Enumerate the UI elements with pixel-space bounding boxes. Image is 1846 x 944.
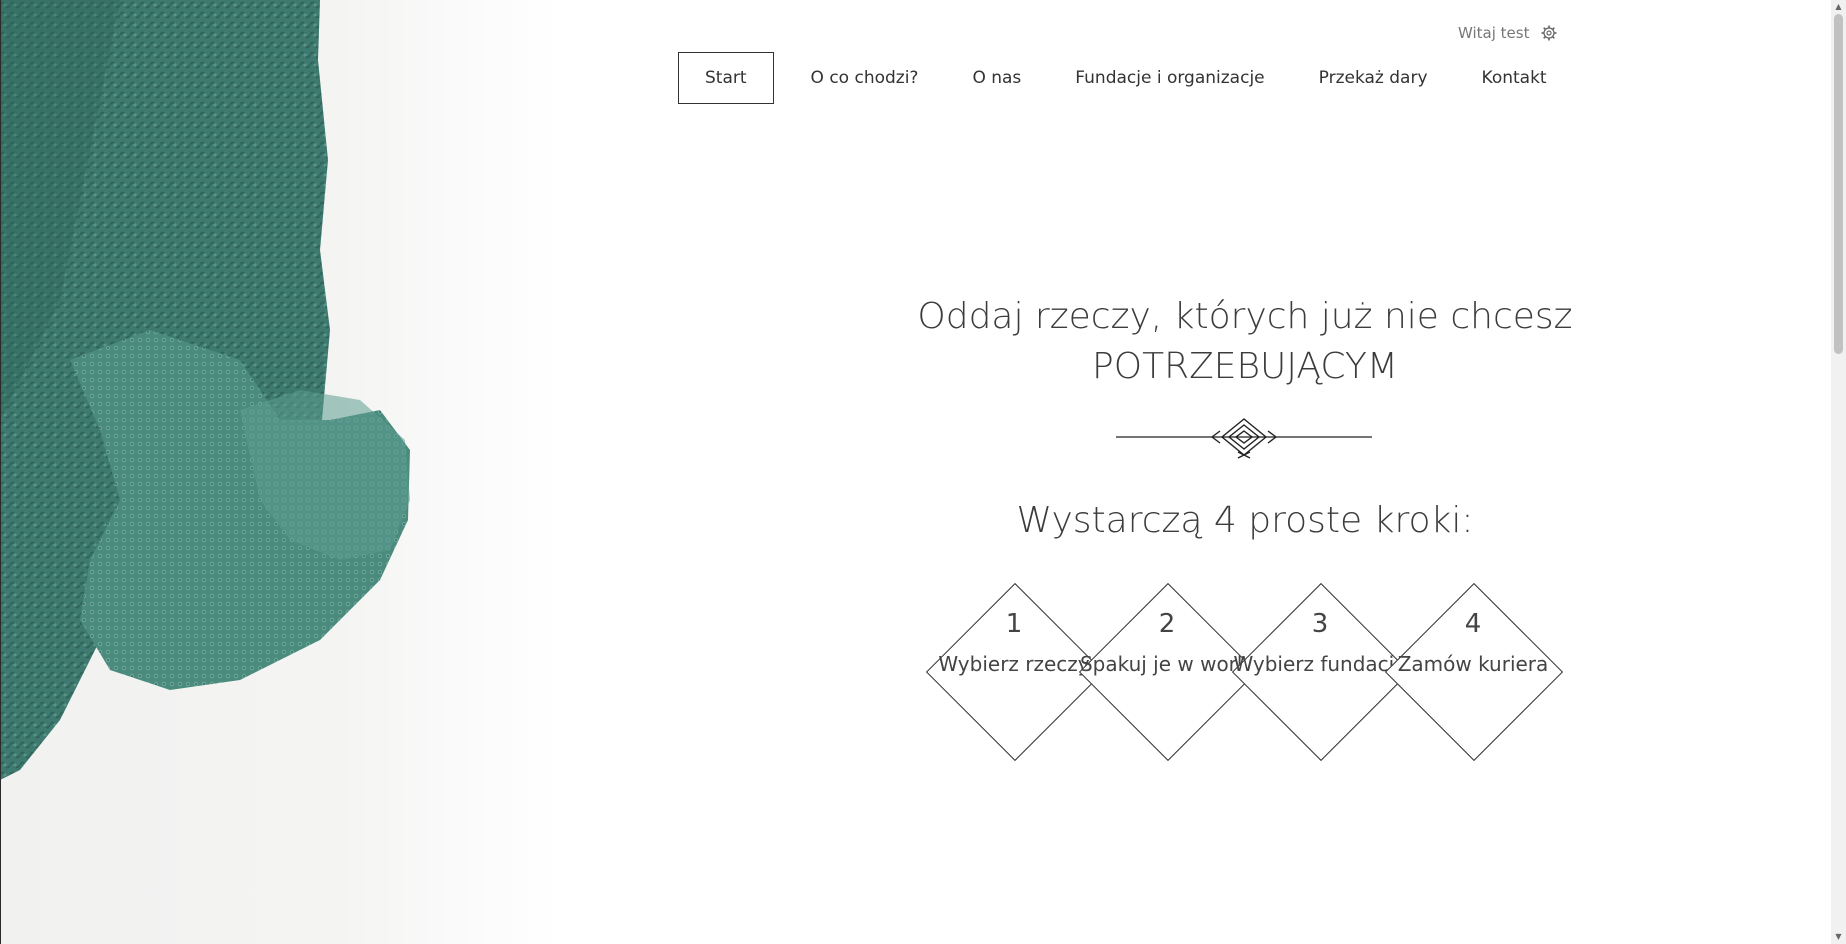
nav-fundacje[interactable]: Fundacje i organizacje [1048, 52, 1291, 104]
nav-przekaz-dary[interactable]: Przekaż dary [1292, 52, 1455, 104]
step-label: Zamów kuriera [1397, 652, 1549, 676]
steps-list: 1 Wybierz rzeczy 2 Spakuj je w worki 3 W… [925, 582, 1564, 762]
step-2: 2 Spakuj je w worki [1078, 582, 1258, 762]
main-nav: Start O co chodzi? O nas Fundacje i orga… [678, 52, 1574, 104]
user-greeting: Witaj test [1458, 24, 1530, 42]
hero-title-line2: POTRZEBUJĄCYM [1092, 346, 1398, 387]
step-number: 3 [1311, 609, 1329, 639]
step-number: 2 [1158, 609, 1176, 639]
page-edge [0, 0, 1, 944]
nav-kontakt[interactable]: Kontakt [1455, 52, 1574, 104]
hero-title: Oddaj rzeczy, których już nie chcesz POT… [900, 292, 1590, 392]
decoration-ornament [1116, 418, 1372, 459]
step-1: 1 Wybierz rzeczy [925, 582, 1105, 762]
scroll-up-arrow-icon[interactable]: ▲ [1834, 2, 1843, 12]
user-area: Witaj test [1458, 24, 1557, 42]
steps-title: Wystarczą 4 proste kroki: [1016, 500, 1474, 541]
step-3: 3 Wybierz fundację [1231, 582, 1411, 762]
step-4: 4 Zamów kuriera [1384, 582, 1564, 762]
gear-icon[interactable] [1541, 25, 1557, 41]
step-number: 1 [1005, 609, 1023, 639]
step-number: 4 [1464, 609, 1482, 639]
nav-o-co-chodzi[interactable]: O co chodzi? [784, 52, 946, 104]
page-scrollbar[interactable]: ▲ ▼ [1831, 0, 1846, 944]
hero-sweater-image [0, 0, 560, 944]
step-label: Spakuj je w worki [1079, 652, 1255, 676]
nav-o-nas[interactable]: O nas [945, 52, 1048, 104]
nav-start[interactable]: Start [678, 52, 774, 104]
step-label: Wybierz rzeczy [938, 652, 1090, 676]
scroll-down-arrow-icon[interactable]: ▼ [1834, 932, 1843, 942]
scroll-thumb[interactable] [1834, 14, 1843, 354]
hero-title-line1: Oddaj rzeczy, których już nie chcesz [917, 296, 1573, 337]
step-label: Wybierz fundację [1233, 652, 1407, 676]
sweater-illustration [0, 0, 410, 780]
